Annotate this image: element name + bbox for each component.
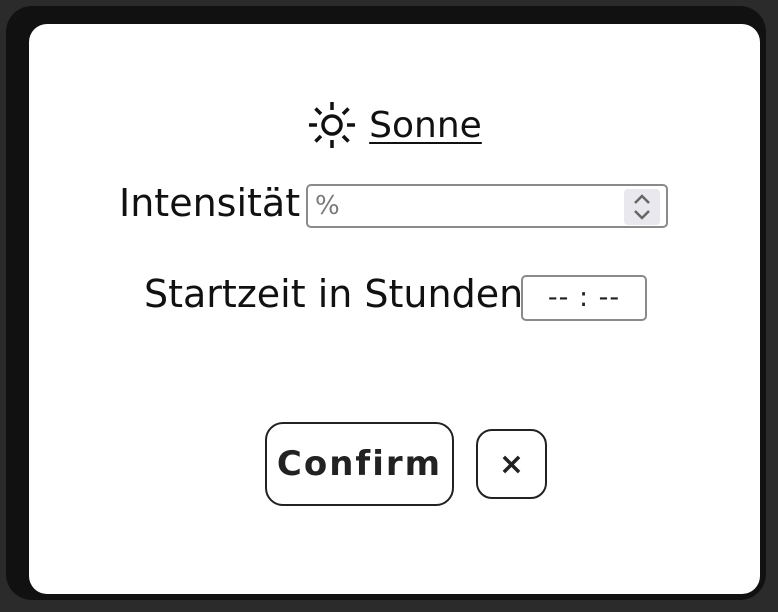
- close-button[interactable]: ×: [476, 429, 547, 499]
- start-time-label: Startzeit in Stunden: [144, 272, 524, 316]
- intensity-placeholder: %: [315, 191, 340, 221]
- intensity-stepper[interactable]: [624, 189, 660, 225]
- intensity-label: Intensität: [119, 181, 301, 225]
- close-icon: ×: [498, 446, 525, 482]
- dialog-frame: Sonne Intensität % Startzeit in Stunden …: [6, 6, 766, 600]
- sun-dialog: Sonne Intensität % Startzeit in Stunden …: [29, 24, 760, 594]
- dialog-title[interactable]: Sonne: [369, 105, 482, 146]
- start-time-input[interactable]: -- : --: [521, 275, 647, 321]
- confirm-button[interactable]: Confirm: [265, 422, 454, 506]
- intensity-input[interactable]: %: [306, 184, 668, 228]
- dialog-header: Sonne: [29, 98, 760, 152]
- chevron-up-down-icon: [634, 194, 650, 220]
- sun-icon: [309, 102, 356, 148]
